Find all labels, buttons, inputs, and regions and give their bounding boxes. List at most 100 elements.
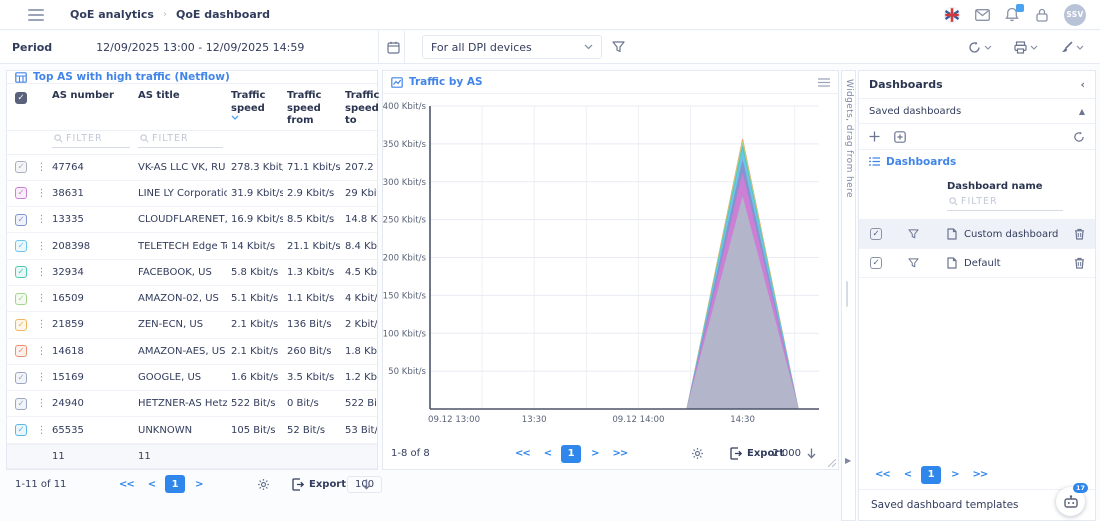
strip-expand-icon[interactable]: ▶ [845, 456, 851, 465]
row-kebab-icon[interactable]: ⋮ [35, 188, 48, 199]
select-all-checkbox[interactable]: ✓ [15, 92, 27, 104]
row-kebab-icon[interactable]: ⋮ [35, 346, 48, 357]
traffic-by-as-chart[interactable]: 50 Kbit/s100 Kbit/s150 Kbit/s200 Kbit/s2… [383, 94, 838, 438]
table-page-size-arrow-icon[interactable] [362, 479, 371, 490]
row-checkbox[interactable]: ✓ [15, 424, 27, 436]
lock-icon[interactable] [1034, 7, 1050, 23]
dash-page-next-button[interactable]: > [947, 467, 962, 482]
dashboard-row[interactable]: ✓Default [859, 249, 1095, 278]
breadcrumb-qoe-dashboard[interactable]: QoE dashboard [176, 8, 270, 21]
dashboard-filter-funnel-icon[interactable] [893, 258, 933, 268]
row-checkbox[interactable]: ✓ [15, 240, 27, 252]
table-row[interactable]: ✓⋮208398TELETECH Edge Technologies14 Kbi… [7, 233, 377, 259]
table-row[interactable]: ✓⋮38631LINE LY Corporation, JP31.9 Kbit/… [7, 181, 377, 207]
delete-dashboard-trash-icon[interactable] [1063, 257, 1095, 269]
mail-icon[interactable] [974, 7, 990, 23]
user-avatar[interactable]: SSV [1064, 4, 1086, 26]
row-checkbox[interactable]: ✓ [15, 161, 27, 173]
chart-page-current[interactable]: 1 [561, 445, 581, 463]
collapse-panel-icon[interactable]: ‹ [1080, 78, 1085, 91]
chart-page-size[interactable]: 2 000 [772, 448, 801, 459]
notifications-bell-icon[interactable] [1004, 7, 1020, 23]
as-number-filter-input[interactable]: FILTER [52, 131, 130, 148]
row-kebab-icon[interactable]: ⋮ [35, 267, 48, 278]
as-title-filter-input[interactable]: FILTER [138, 131, 223, 148]
table-row[interactable]: ✓⋮15169GOOGLE, US1.6 Kbit/s3.5 Kbit/s1.2… [7, 365, 377, 391]
dashboard-edit-checkbox[interactable]: ✓ [870, 257, 882, 269]
dpi-device-select[interactable]: For all DPI devices [422, 35, 602, 59]
breadcrumb-qoe-analytics[interactable]: QoE analytics [70, 8, 154, 21]
saved-dashboards-section[interactable]: Saved dashboards ▲ [859, 99, 1095, 124]
chart-page-size-arrow-icon[interactable] [807, 448, 816, 459]
delete-dashboard-trash-icon[interactable] [1063, 228, 1095, 240]
table-row[interactable]: ✓⋮65535UNKNOWN105 Bit/s52 Bit/s53 Bit/s [7, 417, 377, 443]
widgets-drag-strip[interactable]: Widgets, drag from here ▶ [841, 70, 856, 521]
row-checkbox[interactable]: ✓ [15, 372, 27, 384]
column-header-as-number[interactable]: AS number [48, 84, 134, 130]
dash-page-current[interactable]: 1 [921, 466, 941, 484]
table-row[interactable]: ✓⋮14618AMAZON-AES, US2.1 Kbit/s260 Bit/s… [7, 339, 377, 365]
table-page-first-button[interactable]: << [115, 477, 138, 492]
row-checkbox[interactable]: ✓ [15, 214, 27, 226]
table-page-next-button[interactable]: > [191, 477, 206, 492]
column-header-as-title[interactable]: AS title [134, 84, 227, 130]
row-kebab-icon[interactable]: ⋮ [35, 398, 48, 409]
table-row[interactable]: ✓⋮13335CLOUDFLARENET, US16.9 Kbit/s8.5 K… [7, 207, 377, 233]
table-page-current[interactable]: 1 [165, 475, 185, 493]
row-kebab-icon[interactable]: ⋮ [35, 162, 48, 173]
table-row[interactable]: ✓⋮16509AMAZON-02, US5.1 Kbit/s1.1 Kbit/s… [7, 286, 377, 312]
row-kebab-icon[interactable]: ⋮ [35, 319, 48, 330]
widget-resize-handle[interactable] [828, 459, 836, 467]
table-page-prev-button[interactable]: < [144, 477, 159, 492]
row-checkbox[interactable]: ✓ [15, 266, 27, 278]
dashboard-edit-checkbox[interactable]: ✓ [870, 228, 882, 240]
chart-page-first-button[interactable]: << [511, 446, 534, 461]
chart-page-last-button[interactable]: >> [609, 446, 632, 461]
chart-settings-gear-icon[interactable] [691, 447, 704, 460]
table-row[interactable]: ✓⋮24940HETZNER-AS Hetzner Online GmbH, D… [7, 391, 377, 417]
table-row[interactable]: ✓⋮32934FACEBOOK, US5.8 Kbit/s1.3 Kbit/s4… [7, 260, 377, 286]
row-checkbox[interactable]: ✓ [15, 398, 27, 410]
row-checkbox[interactable]: ✓ [15, 345, 27, 357]
dash-page-prev-button[interactable]: < [900, 467, 915, 482]
chart-menu-icon[interactable] [818, 78, 830, 87]
table-export-button[interactable]: Export [292, 478, 346, 491]
column-header-traffic-speed-from[interactable]: Traffic speed from [283, 84, 341, 130]
calendar-icon[interactable] [380, 41, 406, 54]
dash-page-first-button[interactable]: << [871, 467, 894, 482]
menu-hamburger-icon[interactable] [28, 9, 44, 21]
table-settings-gear-icon[interactable] [257, 478, 270, 491]
period-range-value[interactable]: 12/09/2025 13:00 - 12/09/2025 14:59 [96, 41, 304, 54]
language-flag-icon[interactable] [944, 7, 960, 23]
row-kebab-icon[interactable]: ⋮ [35, 214, 48, 225]
theme-brush-dropdown[interactable] [1060, 41, 1084, 54]
dashboard-name-filter-input[interactable]: FILTER [947, 194, 1063, 211]
row-kebab-icon[interactable]: ⋮ [35, 293, 48, 304]
filter-funnel-icon[interactable] [612, 41, 625, 53]
table-row[interactable]: ✓⋮21859ZEN-ECN, US2.1 Kbit/s136 Bit/s2 K… [7, 312, 377, 338]
chart-page-next-button[interactable]: > [587, 446, 602, 461]
dashboard-row[interactable]: ✓Custom dashboard [859, 220, 1095, 249]
dashboards-toolbar [859, 124, 1095, 150]
support-chat-button[interactable]: 17 [1056, 487, 1085, 516]
strip-drag-handle[interactable] [846, 281, 848, 307]
row-kebab-icon[interactable]: ⋮ [35, 372, 48, 383]
column-header-traffic-speed-to[interactable]: Traffic speed to [341, 84, 377, 130]
add-dashboard-icon[interactable] [869, 131, 880, 142]
column-header-traffic-speed[interactable]: Traffic speed [227, 84, 283, 130]
row-kebab-icon[interactable]: ⋮ [35, 241, 48, 252]
dash-page-last-button[interactable]: >> [969, 467, 992, 482]
cell-traffic-speed: 2.1 Kbit/s [227, 319, 283, 330]
row-checkbox[interactable]: ✓ [15, 187, 27, 199]
refresh-dashboards-icon[interactable] [1073, 131, 1085, 143]
dashboard-filter-funnel-icon[interactable] [893, 229, 933, 239]
add-dashboard-from-template-icon[interactable] [894, 131, 906, 143]
row-kebab-icon[interactable]: ⋮ [35, 425, 48, 436]
refresh-interval-dropdown[interactable] [968, 41, 992, 54]
print-report-dropdown[interactable] [1014, 41, 1038, 54]
table-row[interactable]: ✓⋮47764VK-AS LLC VK, RU278.3 Kbit/s71.1 … [7, 155, 377, 181]
column-header-dashboard-name[interactable]: Dashboard name [933, 181, 1063, 192]
chart-page-prev-button[interactable]: < [540, 446, 555, 461]
row-checkbox[interactable]: ✓ [15, 293, 27, 305]
row-checkbox[interactable]: ✓ [15, 319, 27, 331]
